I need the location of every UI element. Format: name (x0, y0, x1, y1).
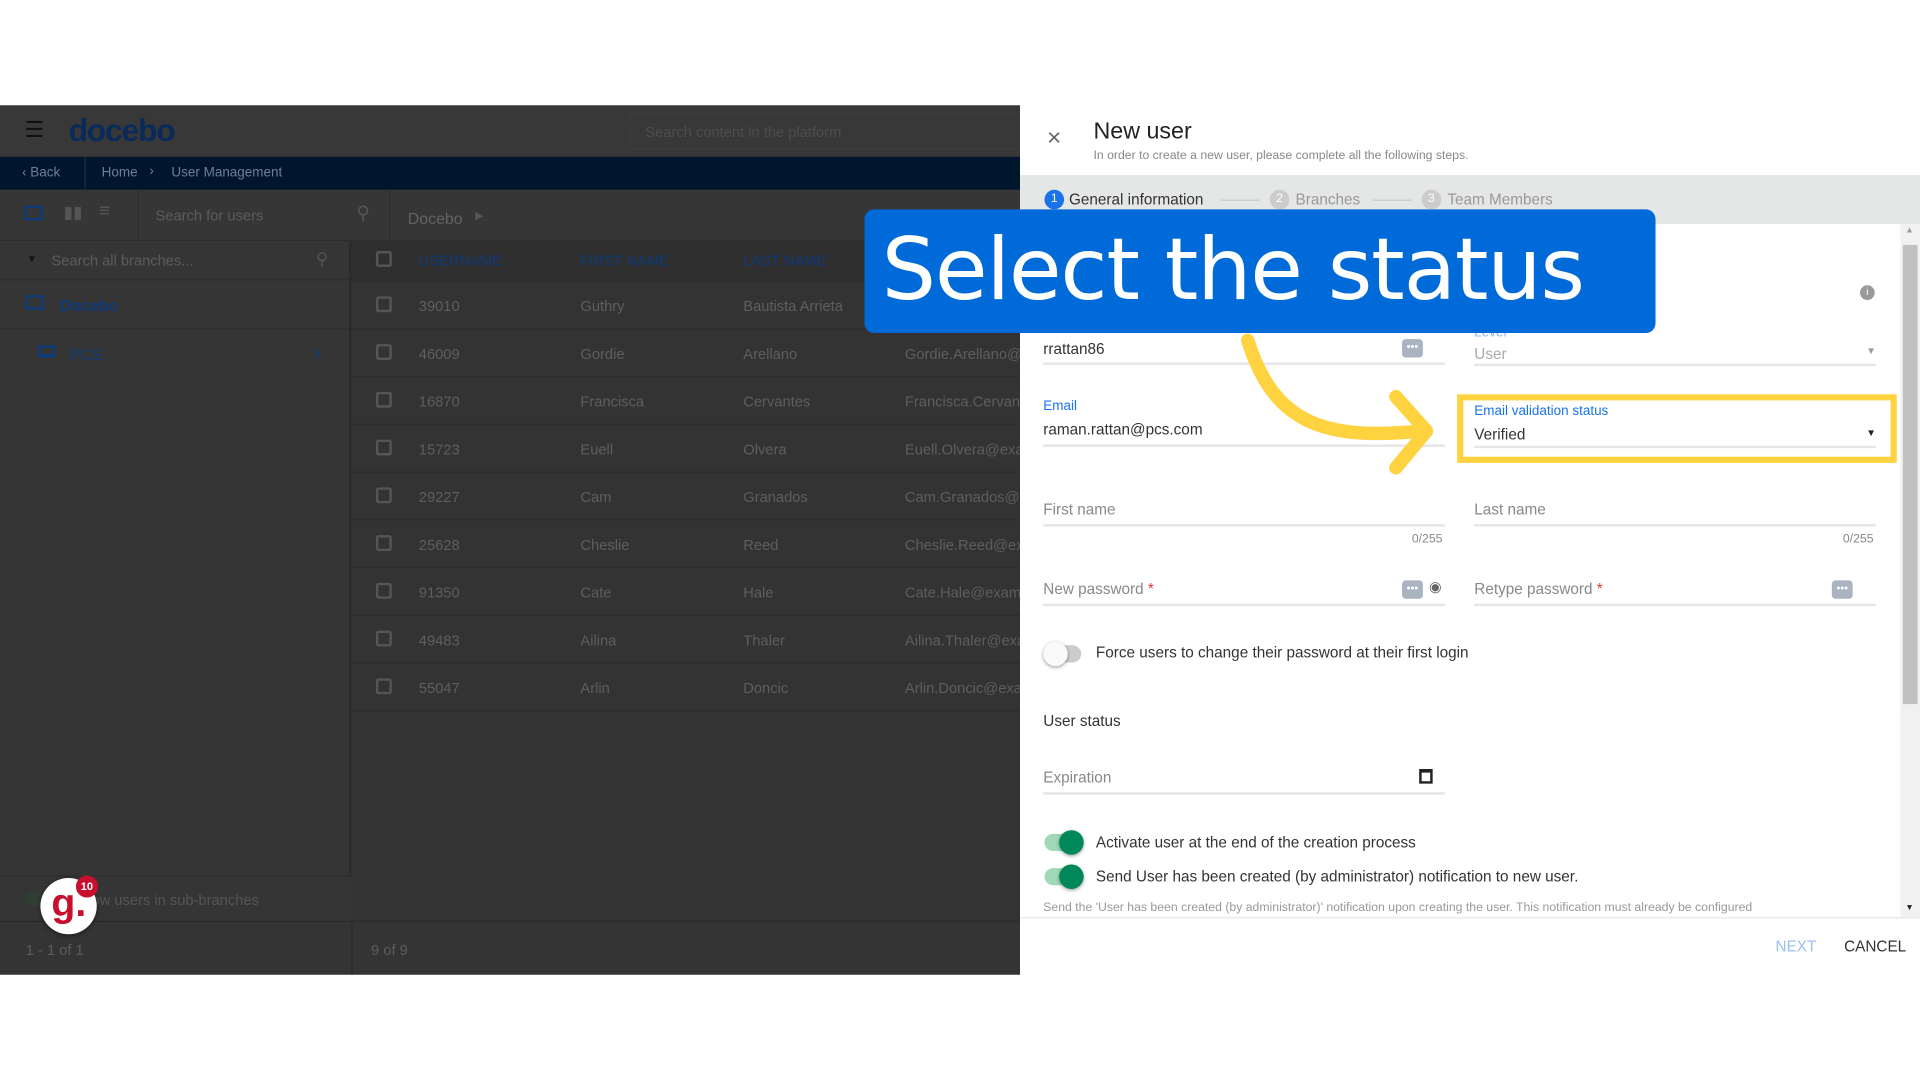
pointer-arrow (1241, 333, 1434, 475)
screen: ☰ docebo Search content in the platform … (0, 0, 1920, 1080)
highlight-box (1457, 394, 1897, 463)
